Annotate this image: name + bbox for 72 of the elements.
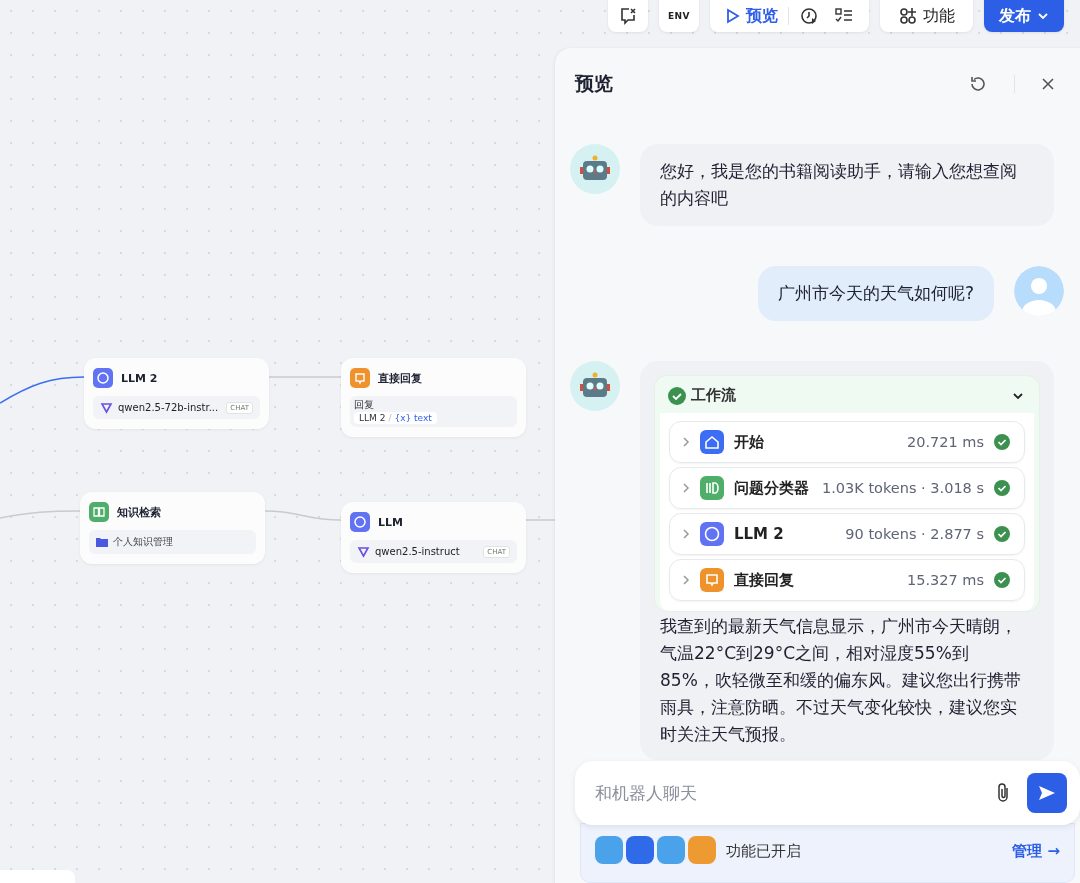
workflow-node[interactable]: 直接回复 回复 LLM 2 / {x} text [341,358,526,437]
robot-avatar [570,361,620,411]
step-name: 直接回复 [734,570,794,590]
feature-icon [595,836,623,864]
node-title: 直接回复 [378,370,422,386]
model-icon [357,545,370,558]
panel-title: 预览 [575,71,613,96]
refresh-icon[interactable] [968,74,988,94]
step-name: 开始 [734,432,764,452]
manage-link[interactable]: 管理 → [1012,836,1060,861]
workflow-step[interactable]: 开始 20.721 ms [669,421,1025,463]
feature-icon [657,836,685,864]
workflow-step[interactable]: 问题分类器 1.03K tokens · 3.018 s [669,467,1025,509]
apps-icon [898,7,917,25]
model-name: qwen2.5-72b-instr... [118,402,219,413]
step-name: 问题分类器 [734,478,809,498]
success-icon [668,386,686,405]
node-icon [89,502,109,522]
checklist-icon [835,7,853,25]
node-title: 知识检索 [117,504,161,520]
message-text: 我查到的最新天气信息显示，广州市今天晴朗，气温22°C到29°C之间，相对湿度55%到85%，吹轻微至和缓的偏东风。建议您出行携带雨具，注意防晒。不过天气变化较快，建议您实时关注天气预报。 [659,615,1022,746]
chip-variable: {x} text [394,413,432,423]
features-button[interactable]: 功能 [880,0,973,32]
close-icon[interactable] [1041,77,1055,91]
user-avatar [1014,266,1064,316]
step-stats: 1.03K tokens · 3.018 s [822,480,984,496]
send-button[interactable] [1027,773,1067,813]
model-icon [100,401,113,414]
node-title: LLM 2 [121,371,158,385]
step-stats: 20.721 ms [906,434,984,450]
node-icon [350,368,370,388]
play-icon [726,8,740,24]
feature-icon [688,836,716,864]
node-icon [700,476,724,500]
node-icon [700,430,724,454]
clock-icon [799,6,819,26]
node-title: LLM [378,515,403,529]
env-button[interactable]: ENV [659,0,699,32]
message-text: 广州市今天的天气如何呢? [777,282,974,305]
features-status: 功能已开启 [726,841,801,861]
node-icon [93,368,113,388]
workflow-title: 工作流 [691,386,736,405]
workflow-step[interactable]: LLM 2 90 tokens · 2.877 s [669,513,1025,555]
chat-input[interactable]: 和机器人聊天 [593,782,981,804]
step-name: LLM 2 [734,525,784,543]
message-field[interactable]: 和机器人聊天 [575,761,1080,825]
step-stats: 15.327 ms [906,572,984,588]
publish-button[interactable]: 发布 [984,0,1064,32]
node-icon [700,522,724,546]
message-text: 您好，我是您的书籍阅读助手，请输入您想查阅的内容吧 [660,160,1018,210]
send-icon [1037,784,1057,802]
chip-separator: / [388,413,392,423]
robot-avatar [570,144,620,194]
model-name: qwen2.5-instruct [375,546,460,557]
workflow-header[interactable]: 工作流 [655,376,1039,413]
expand-icon [682,528,690,540]
folder-icon [96,537,108,547]
workflow-node[interactable]: 知识检索 个人知识管理 [80,492,265,564]
node-icon [350,512,370,532]
expand-icon [682,574,690,586]
chat-clear-icon [618,6,638,26]
step-stats: 90 tokens · 2.877 s [845,526,984,542]
dataset-name: 个人知识管理 [113,535,173,549]
expand-icon [682,482,690,494]
chip-source: LLM 2 [359,413,386,423]
field-label: 回复 [354,399,374,411]
feature-icon [626,836,654,864]
variables-button[interactable] [608,0,648,32]
expand-icon [682,436,690,448]
caret-icon [1037,12,1049,20]
node-icon [700,568,724,592]
workflow-step[interactable]: 直接回复 15.327 ms [669,559,1025,601]
